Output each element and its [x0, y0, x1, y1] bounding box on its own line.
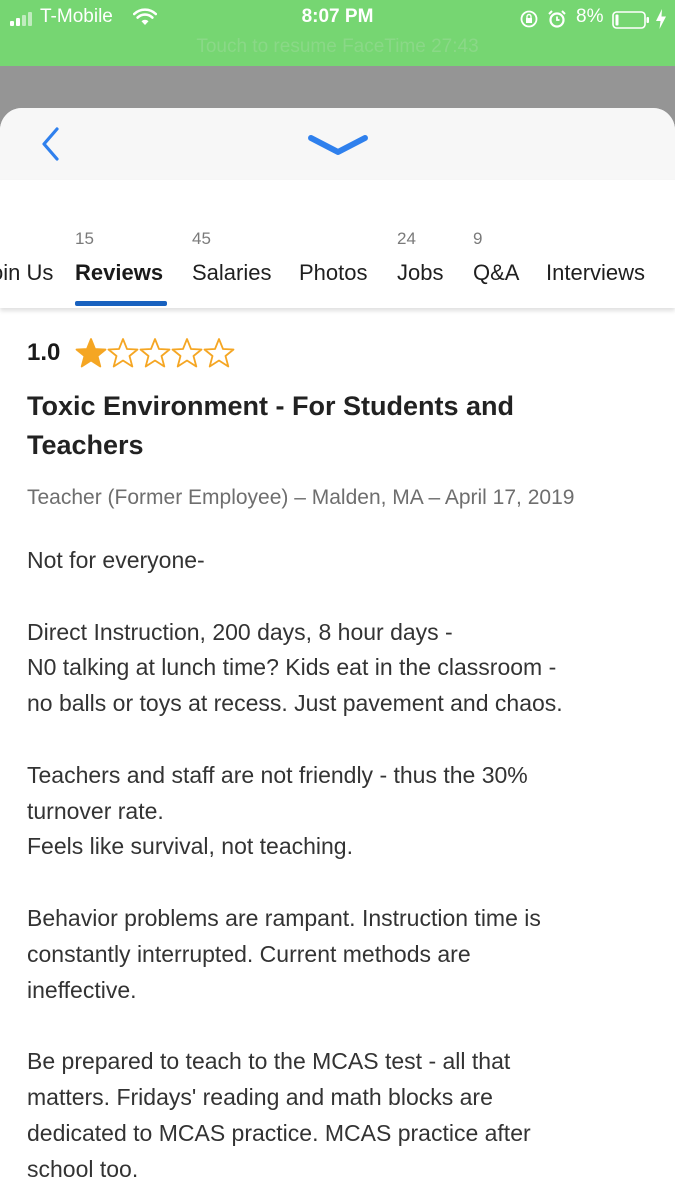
active-tab-indicator: [75, 301, 167, 306]
tab-count: 9: [473, 229, 483, 248]
rating-row: 1.0: [27, 333, 327, 373]
review-sheet: Join Us 15 Reviews 45 Salaries Photos 24…: [0, 108, 675, 1200]
back-chevron-icon[interactable]: [36, 124, 66, 164]
review-paragraph: Be prepared to teach to the MCAS test - …: [27, 1044, 657, 1187]
star-empty-icon: [139, 338, 171, 368]
review-line: matters. Fridays' reading and math block…: [27, 1083, 493, 1110]
battery-icon: [612, 11, 649, 29]
review-line: Behavior problems are rampant. Instructi…: [27, 904, 541, 931]
tab-count: 45: [192, 229, 211, 248]
star-rating: [75, 337, 245, 371]
tab-label: Join Us: [0, 260, 54, 285]
review-line: Feels like survival, not teaching.: [27, 833, 353, 860]
rotation-lock-icon: [520, 10, 538, 28]
review-meta: Teacher (Former Employee) – Malden, MA –…: [27, 486, 575, 509]
clock-time: 8:07 PM: [301, 6, 374, 27]
rating-value: 1.0: [27, 339, 61, 366]
review-line: no balls or toys at recess. Just pavemen…: [27, 690, 563, 717]
collapse-chevron-icon[interactable]: [306, 130, 370, 160]
star-filled-icon: [75, 338, 107, 368]
review-line: Direct Instruction, 200 days, 8 hour day…: [27, 618, 453, 645]
review-line: constantly interrupted. Current methods …: [27, 940, 471, 967]
review-title: Toxic Environment - For Students and Tea…: [27, 391, 515, 460]
alarm-icon: [548, 10, 566, 28]
review-body: Not for everyone- Direct Instruction, 200…: [27, 543, 657, 1200]
battery-percentage: 8%: [576, 6, 604, 27]
tab-count: 24: [397, 229, 416, 248]
review-paragraph: Teachers and staff are not friendly - th…: [27, 758, 657, 865]
tab-label: Salaries: [192, 260, 272, 285]
star-empty-icon: [171, 338, 203, 368]
tab-label: Q&A: [473, 260, 520, 285]
charging-bolt-icon: [656, 9, 666, 29]
review-paragraph: Behavior problems are rampant. Instructi…: [27, 901, 657, 1008]
tab-count: 15: [75, 229, 94, 248]
tab-label: Reviews: [75, 260, 164, 285]
review-line: Be prepared to teach to the MCAS test - …: [27, 1048, 511, 1075]
tab-label: Photos: [299, 260, 368, 285]
star-empty-icon: [107, 338, 139, 368]
star-empty-icon: [203, 338, 235, 368]
review-line: Teachers and staff are not friendly - th…: [27, 761, 528, 788]
status-bar: T-Mobile 8:07 PM 8% Touch to resume Face…: [0, 0, 675, 66]
review-line: turnover rate.: [27, 797, 164, 824]
tab-label: Interviews: [546, 260, 646, 285]
tab-label: Jobs: [397, 260, 444, 285]
review-paragraph: Direct Instruction, 200 days, 8 hour day…: [27, 615, 657, 722]
review-line: Not for everyone-: [27, 547, 205, 573]
status-row: T-Mobile 8:07 PM 8%: [0, 4, 675, 32]
review-paragraph: Not for everyone-: [27, 543, 657, 579]
company-tabs: Join Us 15 Reviews 45 Salaries Photos 24…: [0, 180, 675, 308]
facetime-banner[interactable]: Touch to resume FaceTime 27:43: [0, 36, 675, 58]
review-line: dedicated to MCAS practice. MCAS practic…: [27, 1119, 531, 1146]
review-line: ineffective.: [27, 976, 137, 1003]
review-line: school too.: [27, 1155, 139, 1182]
review-line: N0 talking at lunch time? Kids eat in th…: [27, 654, 557, 681]
sheet-header: [0, 108, 675, 180]
